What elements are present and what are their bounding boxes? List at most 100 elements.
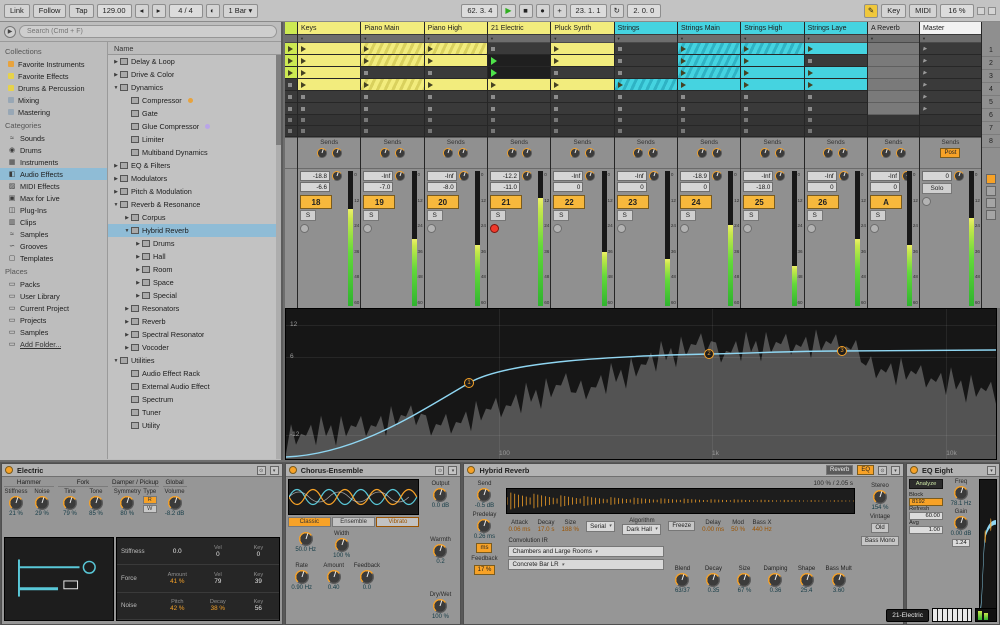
clip-slot[interactable] [677, 103, 741, 115]
scene-launch-slot[interactable]: ▶ [919, 79, 981, 91]
clip-slot[interactable] [741, 67, 804, 79]
param-value[interactable]: 0.2 [436, 559, 444, 565]
tree-item-external-audio-effect[interactable]: External Audio Effect [108, 380, 281, 393]
send-a-knob[interactable] [759, 148, 770, 158]
tree-item-spectral-resonator[interactable]: ▶ Spectral Resonator [108, 328, 281, 341]
mode-vibrato-button[interactable]: Vibrato [376, 517, 420, 527]
clip-stop-button[interactable] [919, 115, 981, 126]
sidebar-item-midi-effects[interactable]: ▨ MIDI Effects [0, 180, 107, 192]
metronome-icon[interactable]: ◐ [205, 3, 220, 18]
clip-slot[interactable] [285, 91, 297, 103]
clip-stop-button[interactable] [424, 115, 487, 126]
time-signature[interactable]: 4 / 4 [168, 3, 203, 18]
track-header[interactable]: Pluck Synth [551, 22, 614, 35]
collection-item[interactable]: Mastering [0, 106, 107, 118]
knob[interactable] [873, 490, 887, 504]
knob[interactable] [954, 486, 968, 500]
place-item-user-library[interactable]: ▭ User Library [0, 290, 107, 302]
collection-item[interactable]: Favorite Effects [0, 70, 107, 82]
tree-scrollbar[interactable] [276, 55, 281, 459]
sidebar-item-templates[interactable]: ▢ Templates [0, 252, 107, 264]
clip-stop-button[interactable] [285, 115, 297, 126]
clip-slot[interactable] [487, 55, 551, 67]
send-a-knob[interactable] [506, 148, 517, 158]
send-a-knob[interactable] [880, 148, 891, 158]
send-b-knob[interactable] [584, 148, 595, 158]
param-value[interactable]: 0.06 ms [508, 526, 530, 533]
follow-button[interactable]: Follow [32, 3, 67, 18]
clip-slot[interactable] [867, 67, 919, 79]
meter-peak-value[interactable]: -12.2 [489, 171, 520, 181]
scene-number[interactable]: 8 [981, 135, 1000, 148]
send-b-knob[interactable] [331, 148, 342, 158]
clip-stop-button[interactable] [487, 115, 551, 126]
clip-stop-button[interactable] [298, 115, 361, 126]
tree-right-arrow-icon[interactable]: ▶ [134, 267, 142, 273]
device-on-button[interactable] [288, 466, 297, 474]
clip-stop-button[interactable] [677, 126, 741, 137]
track-fold-button[interactable]: ▼ [487, 35, 551, 43]
vintage-selector[interactable]: Old [871, 523, 889, 533]
electric-param[interactable]: Key 39 [238, 565, 279, 591]
device-on-button[interactable] [467, 466, 476, 474]
param-value[interactable]: 21 % [9, 511, 23, 517]
tree-right-arrow-icon[interactable]: ▶ [112, 163, 120, 169]
cpu-load-meter[interactable]: 16 % [939, 3, 974, 18]
tree-right-arrow-icon[interactable]: ▶ [123, 319, 131, 325]
track-fold-button[interactable]: ▼ [919, 35, 981, 43]
clip-slot[interactable] [487, 43, 551, 55]
knob[interactable] [89, 496, 103, 510]
param-value[interactable]: 0.36 [770, 588, 782, 594]
pan-knob[interactable] [953, 171, 964, 181]
pan-knob[interactable] [585, 171, 596, 181]
algorithm-selector[interactable]: Dark Hall ▾ [622, 523, 662, 535]
tree-item-drums[interactable]: ▶ Drums [108, 237, 281, 250]
tree-right-arrow-icon[interactable]: ▶ [112, 72, 120, 78]
sidebar-item-audio-effects[interactable]: ◧ Audio Effects [0, 168, 107, 180]
clip-slot[interactable] [285, 79, 297, 91]
hot-swap-icon[interactable]: ⊙ [435, 465, 445, 475]
track-fold-button[interactable]: ▼ [361, 35, 424, 43]
nudge-up-button[interactable]: ▸ [151, 3, 166, 18]
eq8-header[interactable]: EQ Eight ▾ [907, 464, 999, 477]
meter-peak-value[interactable]: -Inf [743, 171, 774, 181]
clip-slot[interactable] [551, 67, 614, 79]
pan-knob[interactable] [838, 171, 849, 181]
track-fold-button[interactable]: ▼ [804, 35, 867, 43]
ir-file-selector[interactable]: Concrete Bar LR ▾ [508, 559, 665, 570]
clip-slot[interactable] [361, 43, 424, 55]
tree-item-utilities[interactable]: ▼ Utilities [108, 354, 281, 367]
place-item-current-project[interactable]: ▭ Current Project [0, 302, 107, 314]
mini-keyboard[interactable] [932, 608, 972, 622]
knob[interactable] [954, 516, 968, 530]
param-value[interactable]: -8.2 dB [165, 511, 184, 517]
pan-knob[interactable] [775, 171, 786, 181]
param-value[interactable]: 0.0 dB [432, 503, 449, 509]
tree-item-eq-filters[interactable]: ▶ EQ & Filters [108, 159, 281, 172]
place-item-add-folder-[interactable]: ▭ Add Folder... [0, 338, 107, 350]
track-header[interactable]: Piano Main [361, 22, 424, 35]
pan-knob[interactable] [458, 171, 469, 181]
freeze-button[interactable]: Freeze [668, 521, 696, 531]
knob[interactable] [831, 573, 846, 587]
stop-button[interactable]: ■ [518, 3, 533, 18]
tab-eq[interactable]: EQ [857, 465, 874, 475]
track-header[interactable]: Strings Laye [804, 22, 867, 35]
param-value[interactable]: 25.4 [801, 588, 813, 594]
clip-slot[interactable] [551, 79, 614, 91]
volume-value[interactable]: 0 [679, 182, 710, 192]
clip-slot[interactable] [614, 103, 677, 115]
solo-button[interactable]: S [489, 210, 506, 221]
arm-button[interactable] [426, 224, 436, 233]
clip-slot[interactable] [614, 43, 677, 55]
ir-category-selector[interactable]: Chambers and Large Rooms ▾ [508, 546, 665, 557]
record-button[interactable]: ● [535, 3, 550, 18]
eq-filter-handle-3[interactable]: 3 [837, 346, 847, 356]
pan-knob[interactable] [521, 171, 532, 181]
param-value[interactable]: 3.60 [833, 588, 845, 594]
scene-launch-slot[interactable]: ▶ [919, 103, 981, 115]
tree-right-arrow-icon[interactable]: ▶ [134, 280, 142, 286]
clip-slot[interactable] [677, 91, 741, 103]
tree-item-vocoder[interactable]: ▶ Vocoder [108, 341, 281, 354]
electric-param[interactable]: Key 0 [238, 538, 279, 564]
